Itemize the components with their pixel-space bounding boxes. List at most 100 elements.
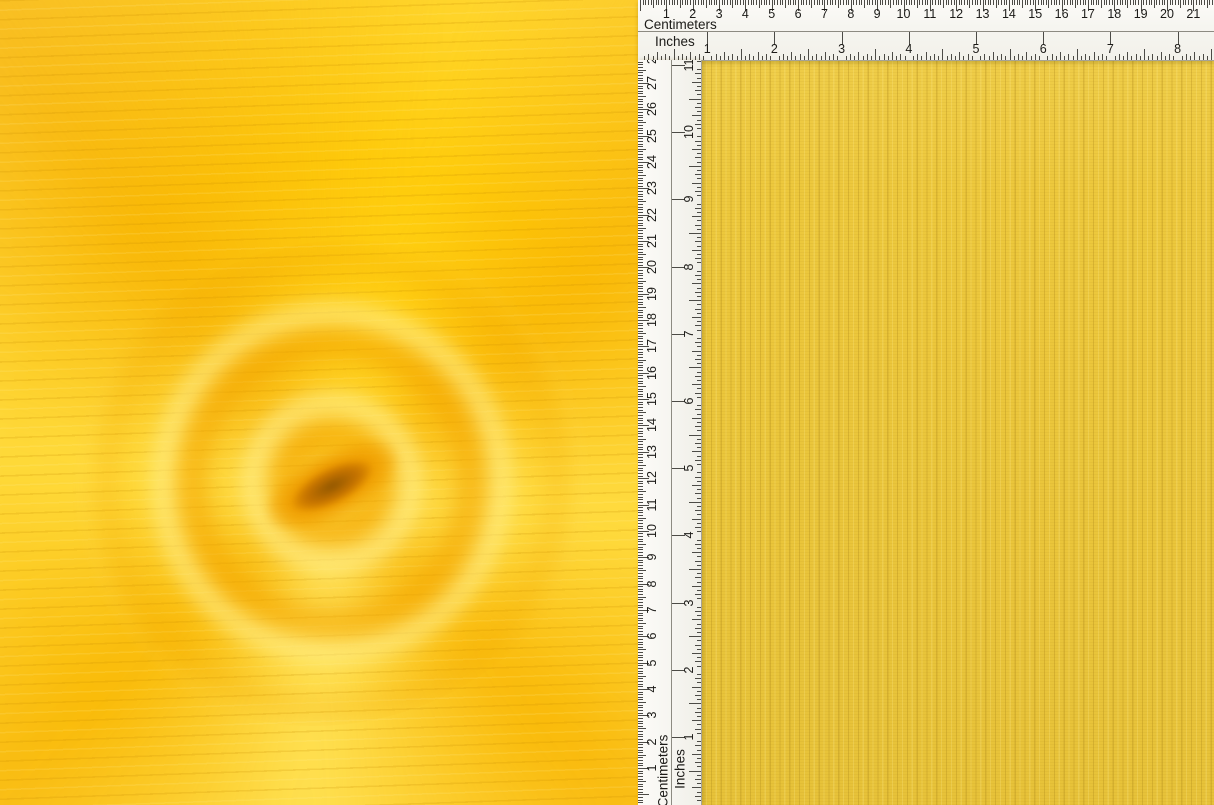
mm-tick xyxy=(638,699,643,700)
mm-tick xyxy=(793,0,794,5)
inch-sub-tick xyxy=(697,649,702,650)
mm-tick xyxy=(906,0,907,5)
mm-tick xyxy=(1041,0,1042,5)
mm-tick xyxy=(638,626,643,627)
mm-tick xyxy=(638,439,646,440)
mm-tick xyxy=(638,721,643,722)
mm-tick xyxy=(985,0,986,5)
inch-sub-tick xyxy=(695,796,702,797)
inch-sub-tick xyxy=(697,262,702,263)
inch-sub-tick xyxy=(697,405,702,406)
mm-tick xyxy=(638,786,643,787)
inch-sub-tick xyxy=(1194,52,1195,61)
mm-tick xyxy=(648,0,649,5)
mm-tick xyxy=(1067,0,1068,5)
inch-sub-tick xyxy=(879,56,880,61)
mm-tick xyxy=(638,647,643,648)
inch-sub-tick xyxy=(695,191,702,192)
inch-sub-tick xyxy=(1056,56,1057,61)
inch-sub-tick xyxy=(697,733,702,734)
mm-tick xyxy=(638,217,643,218)
inch-sub-tick xyxy=(695,762,702,763)
mm-tick xyxy=(1033,0,1034,5)
mm-tick xyxy=(638,144,643,145)
mm-tick xyxy=(885,0,886,5)
inch-sub-tick xyxy=(959,52,960,61)
mm-tick xyxy=(680,0,681,8)
mm-tick xyxy=(638,760,643,761)
inch-number: 9 xyxy=(683,196,696,203)
inch-sub-tick xyxy=(1010,49,1011,60)
mm-tick xyxy=(722,0,723,5)
mm-tick xyxy=(1212,0,1213,5)
mm-tick xyxy=(638,304,643,305)
inch-sub-tick xyxy=(1089,56,1090,61)
inch-sub-tick xyxy=(1157,56,1158,61)
inch-sub-tick xyxy=(1119,54,1120,61)
mm-tick xyxy=(1046,0,1047,5)
inch-sub-tick xyxy=(697,716,702,717)
fabric-product-photo: Centimeters Inches 123456789101112131415… xyxy=(0,0,1214,805)
mm-tick xyxy=(638,457,643,458)
mm-tick xyxy=(638,792,643,793)
cm-number: 17 xyxy=(646,339,659,353)
inch-sub-tick xyxy=(697,624,702,625)
inch-sub-tick xyxy=(955,56,956,61)
inch-sub-tick xyxy=(697,750,702,751)
mm-tick xyxy=(709,0,710,5)
mm-tick xyxy=(1091,0,1092,5)
inch-sub-tick xyxy=(692,149,701,150)
mm-tick xyxy=(638,491,646,492)
inch-number: 7 xyxy=(1107,43,1114,56)
mm-tick xyxy=(664,0,665,5)
mm-tick xyxy=(638,270,643,271)
cm-number: 6 xyxy=(795,8,802,21)
mm-tick xyxy=(832,0,833,5)
mm-tick xyxy=(1106,0,1107,5)
mm-tick xyxy=(638,581,643,582)
mm-tick xyxy=(638,178,643,179)
mm-tick xyxy=(638,536,643,537)
inch-sub-tick xyxy=(787,56,788,61)
inch-sub-tick xyxy=(875,49,876,60)
mm-tick xyxy=(638,465,646,466)
mm-tick xyxy=(638,412,646,413)
mm-tick xyxy=(638,631,643,632)
inch-sub-tick xyxy=(697,766,702,767)
horizontal-ruler-divider xyxy=(638,31,1214,32)
inch-sub-tick xyxy=(695,661,702,662)
mm-tick xyxy=(961,0,962,5)
inch-sub-tick xyxy=(947,56,948,61)
inch-sub-tick xyxy=(697,321,702,322)
inch-sub-tick xyxy=(1136,54,1137,61)
inch-number: 6 xyxy=(1040,43,1047,56)
mm-tick xyxy=(638,449,643,450)
inch-sub-tick xyxy=(871,56,872,61)
inch-sub-tick xyxy=(695,695,702,696)
inch-number: 3 xyxy=(683,599,696,606)
cm-number: 2 xyxy=(646,738,659,745)
mm-tick xyxy=(638,642,643,643)
inch-sub-tick xyxy=(1039,56,1040,61)
mm-tick xyxy=(669,0,670,5)
inch-number: 4 xyxy=(905,43,912,56)
inch-sub-tick xyxy=(997,56,998,61)
mm-tick xyxy=(638,410,643,411)
inch-sub-tick xyxy=(1085,54,1086,61)
mm-tick xyxy=(788,0,789,5)
inch-sub-tick xyxy=(689,771,701,772)
mm-tick xyxy=(1001,0,1002,5)
mm-tick xyxy=(638,299,643,300)
inch-sub-tick xyxy=(808,49,809,60)
inch-sub-tick xyxy=(695,376,702,377)
inch-sub-tick xyxy=(728,56,729,61)
inch-sub-tick xyxy=(732,54,733,61)
mm-tick xyxy=(1185,0,1186,5)
cm-number: 18 xyxy=(1107,8,1121,21)
mm-tick xyxy=(638,570,646,571)
mm-tick xyxy=(638,510,643,511)
mm-tick xyxy=(896,0,897,5)
mm-tick xyxy=(638,328,643,329)
inch-sub-tick xyxy=(695,124,702,125)
mm-tick xyxy=(735,0,736,5)
